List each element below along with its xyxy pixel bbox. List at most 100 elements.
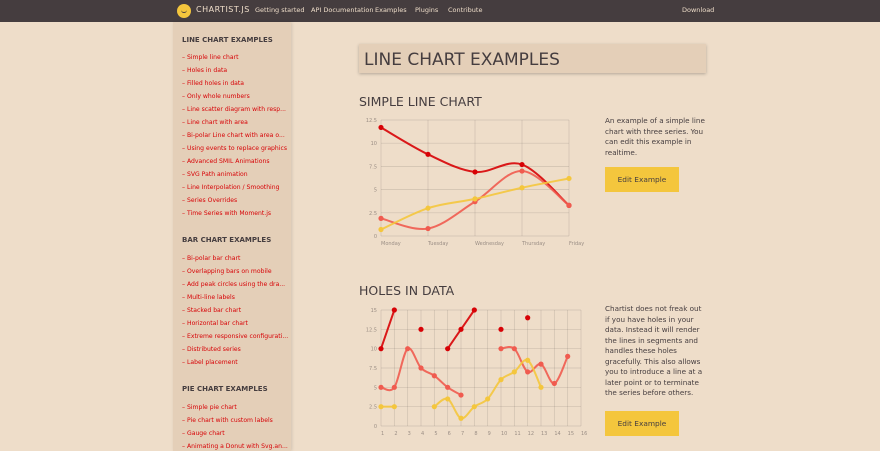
data-point — [418, 326, 424, 332]
data-point — [551, 380, 557, 387]
sidebar-item[interactable]: – Holes in data — [182, 67, 227, 74]
brand-name[interactable]: CHARTIST.JS — [196, 5, 250, 14]
sidebar-item[interactable]: – Gauge chart — [182, 430, 225, 437]
y-tick-label: 10 — [371, 141, 377, 147]
page-title-box: LINE CHART EXAMPLES — [359, 44, 706, 73]
sidebar-item[interactable]: – Animating a Donut with Svg.an... — [182, 443, 288, 450]
y-tick-label: 5 — [374, 385, 377, 391]
series-line — [500, 345, 569, 385]
section-title-holes: HOLES IN DATA — [359, 283, 455, 298]
nav-api-documentation[interactable]: API Documentation — [311, 6, 373, 14]
data-point — [378, 226, 384, 233]
y-tick-label: 12.5 — [366, 327, 377, 333]
sidebar-item[interactable]: – Advanced SMIL Animations — [182, 158, 270, 165]
data-point — [519, 185, 525, 191]
data-point — [425, 205, 431, 211]
sidebar-item[interactable]: – SVG Path animation — [182, 171, 248, 178]
sidebar-item[interactable]: – Extreme responsive configurati... — [182, 333, 288, 340]
sidebar-item[interactable]: – Overlapping bars on mobile — [182, 268, 272, 275]
x-tick-label: Tuesday — [427, 241, 448, 247]
data-point — [566, 202, 572, 208]
x-tick-label: Monday — [381, 241, 401, 247]
top-navigation: CHARTIST.JS Getting started API Document… — [0, 0, 880, 22]
data-point — [538, 384, 544, 390]
sidebar-item[interactable]: – Simple pie chart — [182, 404, 237, 411]
sidebar-item[interactable]: – Stacked bar chart — [182, 307, 241, 314]
x-tick-label: 13 — [541, 431, 547, 437]
x-tick-label: 10 — [501, 431, 507, 437]
section-description: An example of a simple line chart with t… — [605, 116, 705, 157]
sidebar-item[interactable]: – Distributed series — [182, 346, 241, 353]
chartist-logo-icon[interactable] — [177, 4, 191, 18]
sidebar-item[interactable]: – Line scatter diagram with resp... — [182, 106, 286, 113]
sidebar-item[interactable]: – Pie chart with custom labels — [182, 417, 273, 424]
data-point — [378, 404, 384, 410]
data-point — [471, 307, 477, 313]
x-tick-label: 12 — [528, 431, 534, 437]
simple-line-chart: 0 2.5 5 7.5 10 12.5 Monday Tuesday Wednesday Thur… — [366, 118, 584, 247]
x-tick-label: 5 — [434, 431, 437, 437]
sidebar-item[interactable]: – Time Series with Moment.js — [182, 210, 271, 217]
nav-contribute[interactable]: Contribute — [448, 6, 482, 14]
data-point — [425, 151, 431, 157]
sidebar-item[interactable]: – Using events to replace graphics — [182, 145, 287, 152]
sidebar-item[interactable]: – Series Overrides — [182, 197, 237, 204]
data-point — [425, 225, 431, 232]
x-tick-label: 1 — [381, 431, 384, 437]
data-point — [498, 346, 504, 352]
data-point — [458, 415, 464, 421]
y-tick-label: 0 — [374, 234, 377, 240]
holes-in-data-chart: 02.557.51012.5151 2 3 4 5 6 7 8 9 10 11 12 13 14 15 16 — [366, 307, 587, 437]
x-tick-label: 14 — [554, 431, 560, 437]
x-tick-label: Thursday — [521, 241, 545, 247]
section-description: Chartist does not freak out if you have … — [605, 304, 703, 397]
data-point — [391, 307, 397, 313]
sidebar-item[interactable]: – Only whole numbers — [182, 93, 250, 100]
y-tick-label: 7.5 — [369, 366, 377, 372]
sidebar-heading-pie: PIE CHART EXAMPLES — [182, 385, 268, 393]
data-point — [378, 124, 384, 131]
x-tick-label: 9 — [488, 431, 491, 437]
edit-example-button[interactable]: Edit Example — [605, 411, 679, 436]
nav-getting-started[interactable]: Getting started — [255, 6, 305, 14]
data-point — [525, 315, 531, 321]
data-point — [445, 346, 451, 352]
data-point — [445, 384, 451, 390]
sidebar-item[interactable]: – Multi-line labels — [182, 294, 235, 301]
data-point — [485, 396, 491, 402]
data-point — [498, 326, 504, 332]
nav-examples[interactable]: Examples — [375, 6, 407, 14]
section-title-simple-line: SIMPLE LINE CHART — [359, 94, 482, 109]
sidebar-item[interactable]: – Add peak circles using the dra... — [182, 281, 285, 288]
x-tick-label: 6 — [448, 431, 451, 437]
x-tick-label: 11 — [514, 431, 520, 437]
nav-plugins[interactable]: Plugins — [415, 6, 438, 14]
data-point — [418, 365, 424, 371]
nav-download[interactable]: Download — [682, 6, 714, 14]
data-point — [519, 161, 525, 168]
sidebar-item[interactable]: – Bi-polar bar chart — [182, 255, 240, 262]
y-tick-label: 15 — [371, 308, 377, 314]
y-tick-label: 10 — [371, 347, 377, 353]
x-tick-label: 3 — [408, 431, 411, 437]
sidebar-item[interactable]: – Simple line chart — [182, 54, 239, 61]
sidebar-item[interactable]: – Bi-polar Line chart with area o... — [182, 132, 285, 139]
edit-example-button[interactable]: Edit Example — [605, 167, 679, 192]
data-point — [519, 168, 525, 174]
sidebar-heading-bar: BAR CHART EXAMPLES — [182, 236, 272, 244]
x-tick-label: 8 — [474, 431, 477, 437]
sidebar-item[interactable]: – Line chart with area — [182, 119, 248, 126]
sidebar-item[interactable]: – Filled holes in data — [182, 80, 244, 87]
sidebar-item[interactable]: – Label placement — [182, 359, 238, 366]
sidebar-item[interactable]: – Line Interpolation / Smoothing — [182, 184, 279, 191]
x-tick-label: 4 — [421, 431, 424, 437]
y-tick-label: 12.5 — [366, 118, 377, 124]
x-tick-label: 7 — [461, 431, 464, 437]
x-tick-label: 2 — [394, 431, 397, 437]
x-tick-label: Wednesday — [475, 241, 504, 247]
data-point — [538, 361, 544, 367]
data-point — [471, 404, 477, 410]
data-point — [565, 353, 571, 359]
sidebar-item[interactable]: – Horizontal bar chart — [182, 320, 248, 327]
page-title: LINE CHART EXAMPLES — [364, 50, 560, 70]
